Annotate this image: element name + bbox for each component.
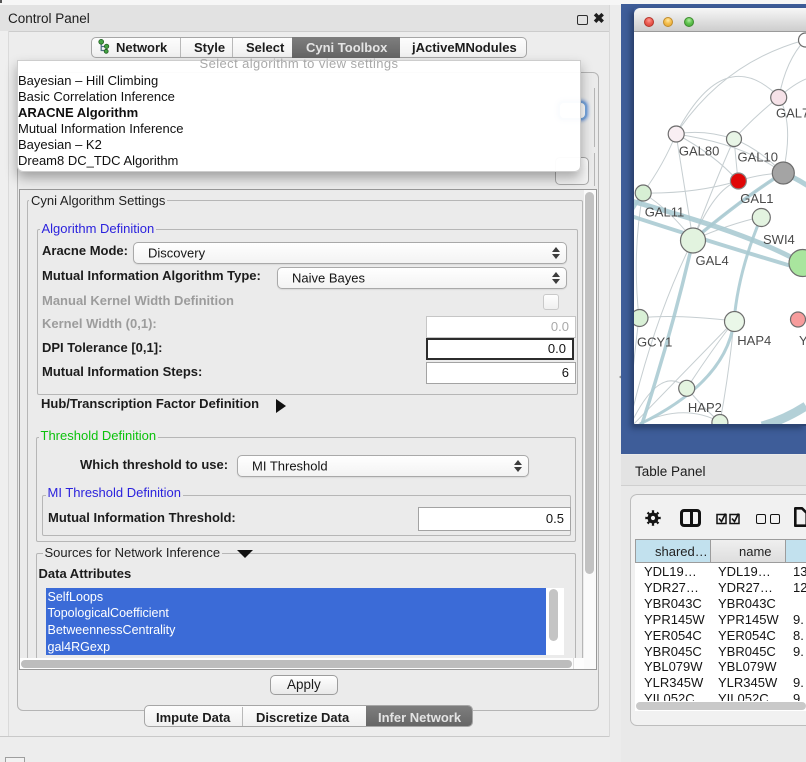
svg-text:SWI4: SWI4 bbox=[763, 232, 795, 247]
svg-text:HAP2: HAP2 bbox=[688, 400, 722, 415]
svg-text:GAL10: GAL10 bbox=[738, 150, 778, 165]
svg-text:GCY1: GCY1 bbox=[637, 335, 672, 350]
svg-text:HAP4: HAP4 bbox=[737, 333, 771, 348]
svg-text:GAL7: GAL7 bbox=[776, 106, 806, 121]
svg-text:GAL80: GAL80 bbox=[679, 144, 719, 159]
svg-text:Y: Y bbox=[799, 333, 806, 348]
svg-text:GAL11: GAL11 bbox=[645, 204, 685, 219]
svg-text:GAL1: GAL1 bbox=[740, 191, 773, 206]
svg-text:GAL4: GAL4 bbox=[696, 253, 729, 268]
